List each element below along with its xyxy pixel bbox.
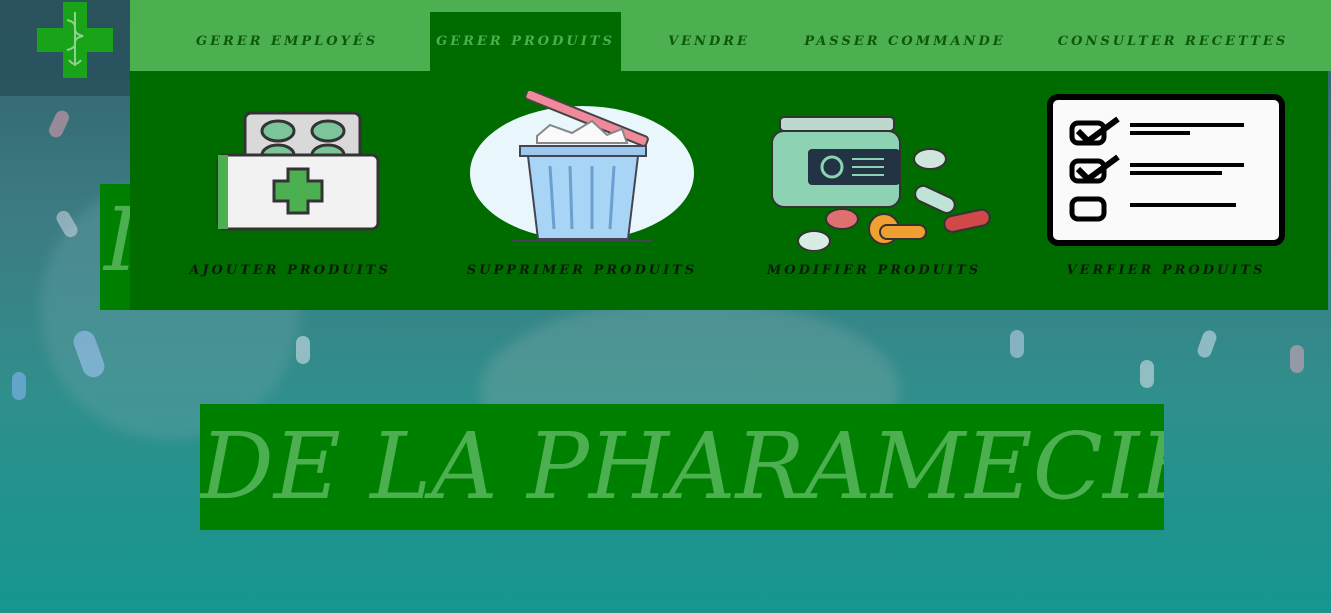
pill-box-cross-icon [216, 111, 380, 231]
nav-gerer-produits[interactable]: GERER PRODUITS [430, 12, 621, 71]
modifier-produits-card[interactable]: MODIFIER PRODUITS [734, 91, 1014, 291]
hero-subtitle: DE LA PHARAMECIE [200, 404, 1164, 530]
supprimer-produits-label: SUPPRIMER PRODUITS [466, 263, 698, 278]
modifier-produits-label: MODIFIER PRODUITS [766, 263, 982, 278]
main-nav: GERER EMPLOYÉS GERER PRODUITS VENDRE PAS… [130, 0, 1331, 71]
ajouter-produits-label: AJOUTER PRODUITS [189, 263, 391, 278]
medicine-jar-icon [771, 116, 991, 251]
checklist-icon [1047, 94, 1285, 246]
nav-vendre[interactable]: VENDRE [660, 12, 758, 71]
produits-dropdown: AJOUTER PRODUITS SUPPRIMER PRODUITS MODI… [130, 71, 1328, 310]
hero-title: I [100, 184, 132, 310]
pharmacy-cross-icon [37, 2, 113, 78]
nav-passer-commande[interactable]: PASSER COMMANDE [802, 12, 1008, 71]
supprimer-produits-card[interactable]: SUPPRIMER PRODUITS [442, 91, 722, 291]
ajouter-produits-card[interactable]: AJOUTER PRODUITS [150, 91, 430, 291]
trash-bin-icon [470, 91, 694, 242]
pharmacy-logo[interactable] [0, 0, 130, 96]
nav-consulter-recettes[interactable]: CONSULTER RECETTES [1055, 12, 1291, 71]
nav-gerer-employes[interactable]: GERER EMPLOYÉS [196, 12, 378, 71]
verfier-produits-label: VERFIER PRODUITS [1066, 263, 1266, 278]
verfier-produits-card[interactable]: VERFIER PRODUITS [1026, 91, 1306, 291]
